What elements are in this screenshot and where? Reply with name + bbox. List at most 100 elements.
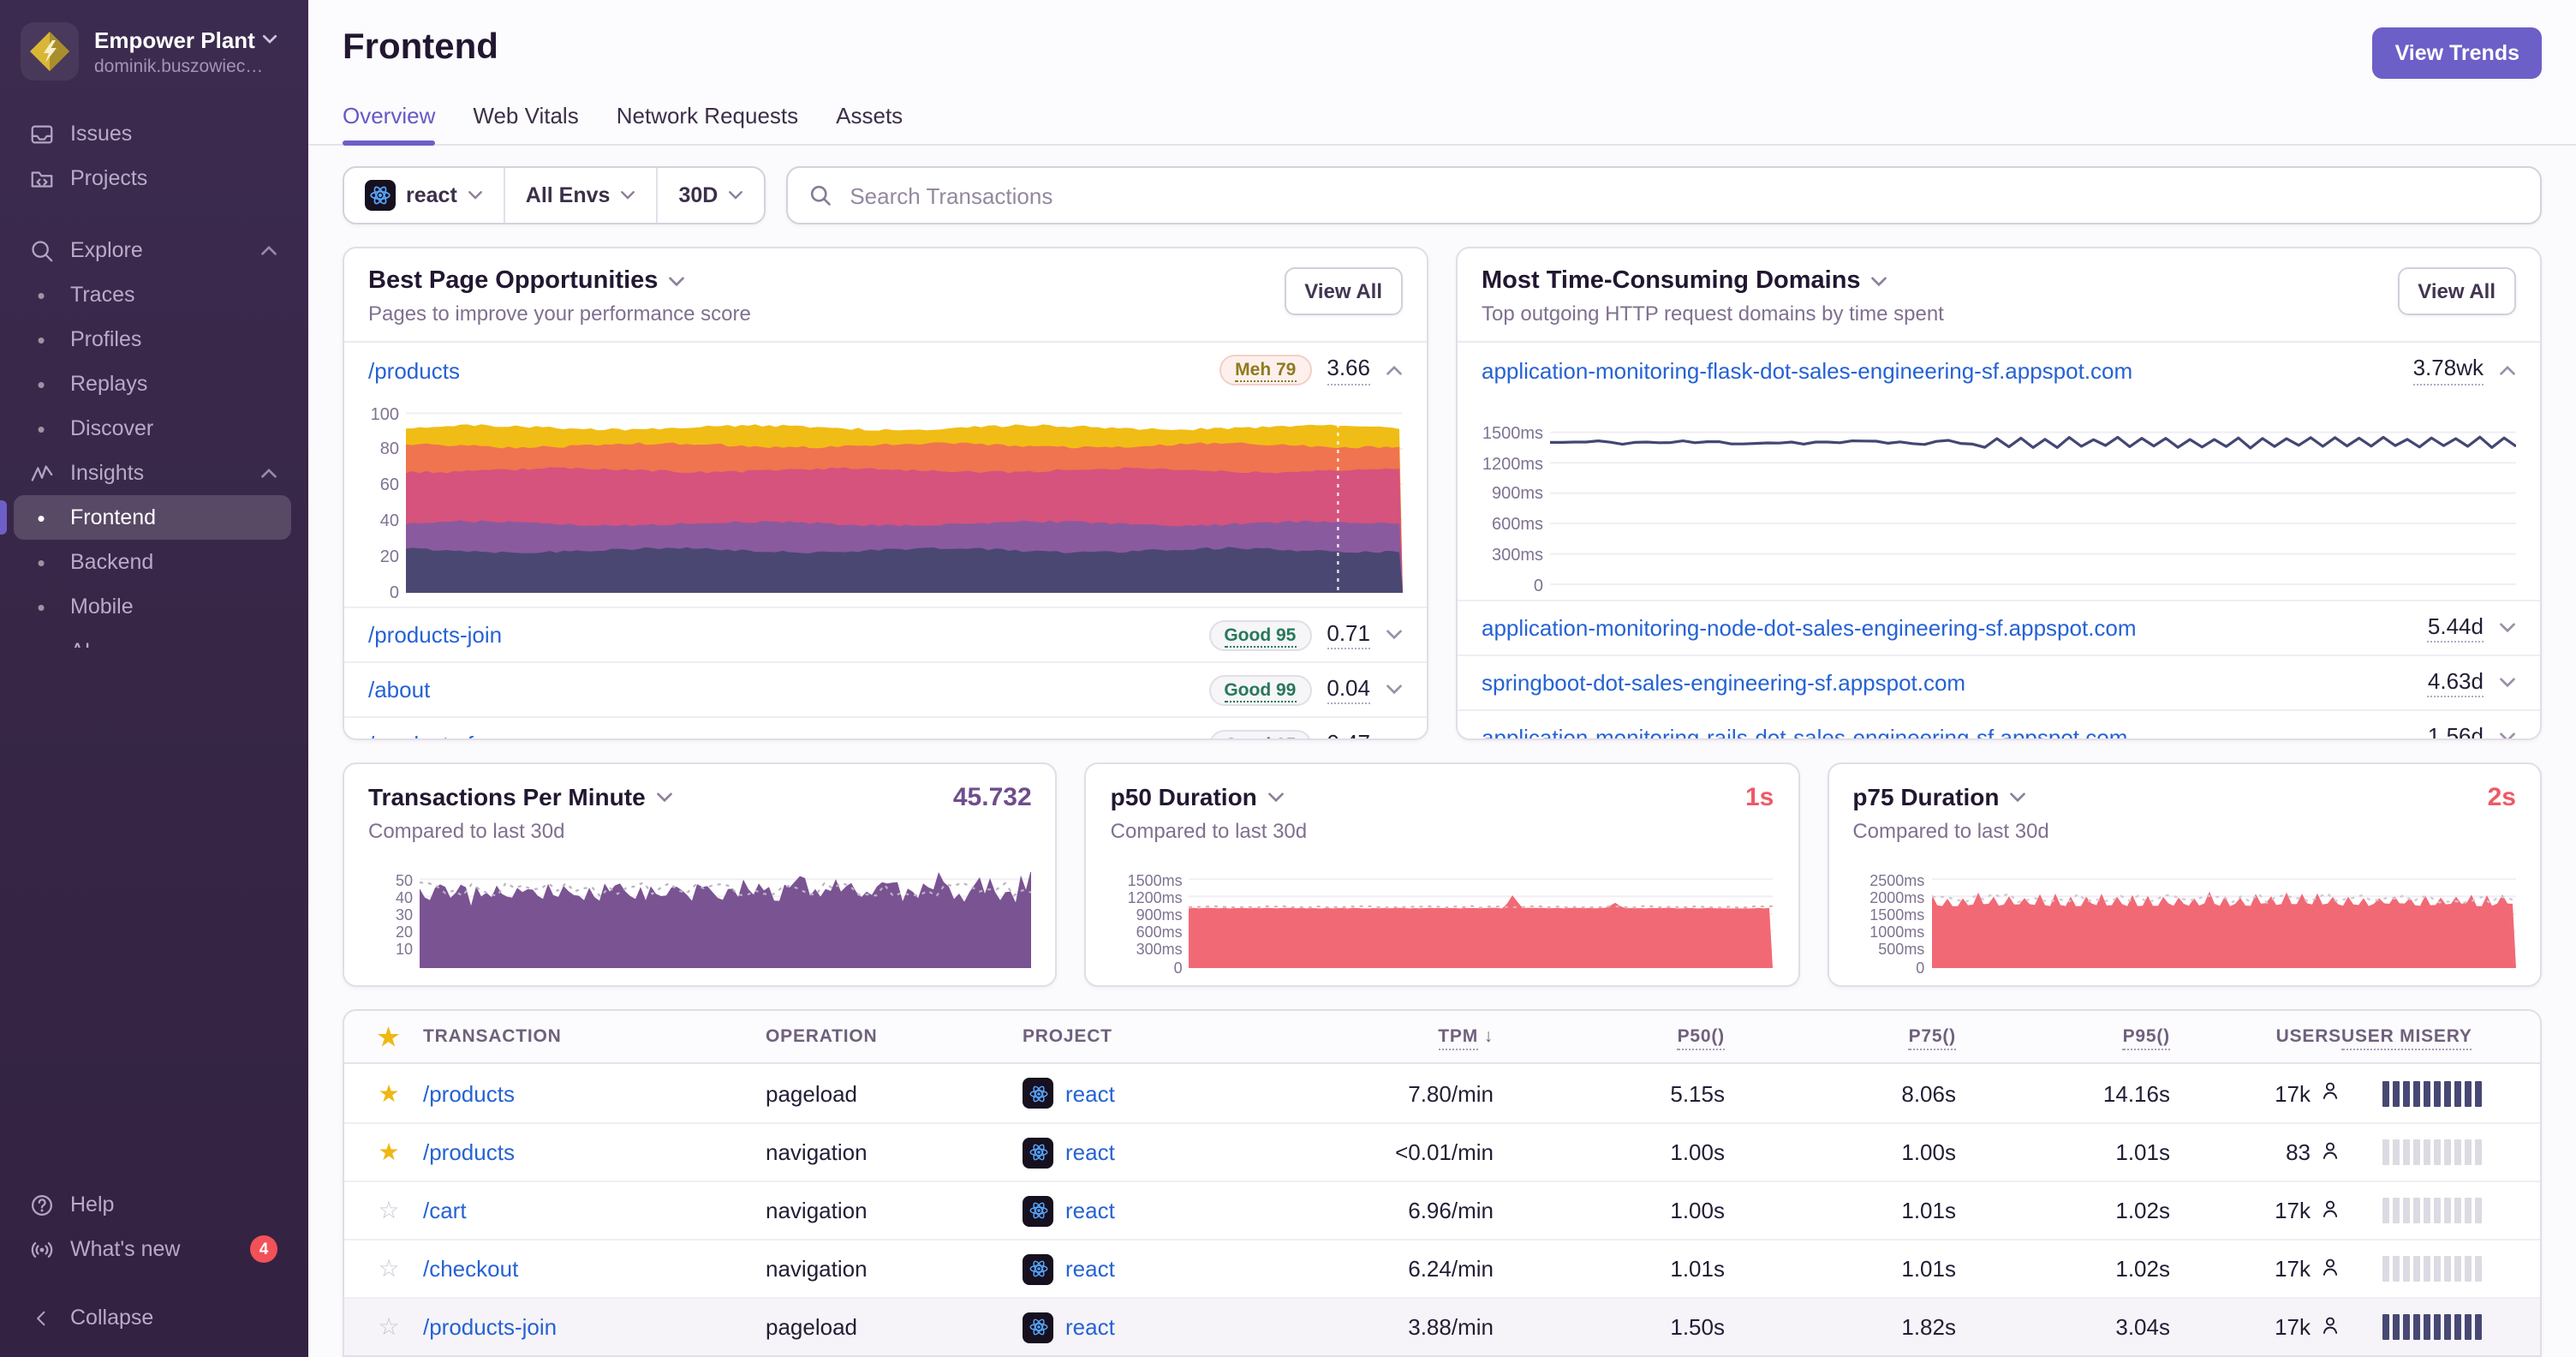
sidebar-item-frontend[interactable]: • Frontend: [0, 495, 291, 540]
users-cell: 17k: [2170, 1255, 2341, 1282]
active-indicator: [0, 500, 7, 535]
opportunity-score-value: 0.71: [1327, 620, 1370, 650]
domain-link[interactable]: springboot-dot-sales-engineering-sf.apps…: [1482, 670, 1965, 696]
environment-filter[interactable]: All Envs: [503, 168, 657, 223]
column-header-project[interactable]: PROJECT: [1023, 1026, 1297, 1047]
sidebar-item-profiles[interactable]: • Profiles: [14, 317, 291, 362]
sidebar-item-collapse[interactable]: Collapse: [14, 1295, 291, 1340]
sidebar-item-insights[interactable]: Insights: [14, 451, 291, 495]
transaction-link[interactable]: /cart: [423, 1198, 467, 1223]
sidebar-item-label: Replays: [70, 372, 148, 396]
domains-view-all-button[interactable]: View All: [2397, 267, 2516, 315]
star-outline-icon[interactable]: ☆: [378, 1254, 399, 1282]
transaction-link[interactable]: /checkout: [423, 1256, 518, 1282]
transaction-link[interactable]: /products: [423, 1080, 515, 1106]
project-link[interactable]: react: [1065, 1198, 1115, 1223]
favorite-column-header[interactable]: ★: [355, 1022, 423, 1051]
sidebar-item-backend[interactable]: • Backend: [14, 540, 291, 584]
chevron-down-icon[interactable]: [1386, 684, 1403, 696]
opportunities-view-all-button[interactable]: View All: [1284, 267, 1403, 315]
page-link[interactable]: /products: [368, 357, 460, 383]
column-header-p75[interactable]: P75(): [1725, 1026, 1956, 1050]
org-switcher[interactable]: Empower Plant dominik.buszowiec…: [0, 0, 308, 98]
users-count: 17k: [2275, 1256, 2311, 1282]
sidebar-item-help[interactable]: Help: [14, 1182, 291, 1227]
tab-bar: Overview Web Vitals Network Requests Assets: [343, 103, 2542, 146]
chevron-down-icon[interactable]: [656, 791, 673, 803]
tab-network-requests[interactable]: Network Requests: [617, 103, 798, 144]
tpm-cell: 6.24/min: [1408, 1256, 1494, 1282]
sidebar-item-traces[interactable]: • Traces: [14, 272, 291, 317]
project-link[interactable]: react: [1065, 1139, 1115, 1165]
sidebar-item-issues[interactable]: Issues: [14, 111, 291, 156]
transaction-link[interactable]: /products-join: [423, 1314, 557, 1340]
domain-link[interactable]: application-monitoring-node-dot-sales-en…: [1482, 615, 2137, 641]
domain-link[interactable]: application-monitoring-flask-dot-sales-e…: [1482, 357, 2132, 383]
sidebar-item-explore[interactable]: Explore: [14, 228, 291, 272]
star-outline-icon[interactable]: ☆: [378, 1312, 399, 1340]
domain-chart: 1500ms 1200ms 900ms 600ms 300ms 0: [1458, 398, 2540, 600]
bullet-icon: •: [27, 637, 55, 647]
date-range-filter[interactable]: 30D: [656, 168, 764, 223]
project-cell: react: [1023, 1078, 1297, 1109]
sidebar-item-ai[interactable]: • AI: [14, 629, 291, 647]
sidebar-item-projects[interactable]: Projects: [14, 156, 291, 200]
search-transactions-input[interactable]: [846, 181, 2519, 210]
column-header-p50[interactable]: P50(): [1494, 1026, 1725, 1050]
chevron-up-icon[interactable]: [2499, 364, 2516, 376]
page-link[interactable]: /products-fes: [368, 732, 497, 738]
y-tick-label: 0: [389, 583, 399, 602]
tab-overview[interactable]: Overview: [343, 103, 436, 146]
view-trends-button[interactable]: View Trends: [2372, 27, 2542, 79]
react-project-icon: [1023, 1078, 1053, 1109]
users-cell: 83: [2170, 1139, 2341, 1166]
y-tick-label: 60: [379, 476, 399, 496]
user-misery-bars: [2341, 1314, 2513, 1340]
chevron-down-icon[interactable]: [668, 275, 685, 287]
chevron-down-icon[interactable]: [2009, 791, 2026, 803]
opportunity-row: /products-fes Good 95 0.47: [344, 716, 1427, 738]
column-header-transaction[interactable]: TRANSACTION: [423, 1026, 766, 1047]
sidebar-item-replays[interactable]: • Replays: [14, 362, 291, 406]
star-filled-icon[interactable]: ★: [378, 1079, 399, 1106]
whats-new-count-badge: 4: [250, 1235, 277, 1263]
project-filter[interactable]: react: [344, 168, 504, 223]
domain-link[interactable]: application-monitoring-rails-dot-sales-e…: [1482, 725, 2127, 738]
project-link[interactable]: react: [1065, 1256, 1115, 1282]
star-filled-icon[interactable]: ★: [378, 1138, 399, 1165]
sidebar-item-mobile[interactable]: • Mobile: [14, 584, 291, 629]
column-header-users[interactable]: USERS: [2170, 1026, 2341, 1047]
column-header-misery[interactable]: USER MISERY: [2341, 1026, 2513, 1050]
chevron-down-icon[interactable]: [2499, 677, 2516, 689]
bullet-icon: •: [37, 282, 45, 308]
sidebar-item-whats-new[interactable]: What's new 4: [14, 1227, 291, 1271]
help-icon: [27, 1191, 55, 1218]
transaction-link[interactable]: /products: [423, 1139, 515, 1165]
column-header-tpm[interactable]: TPM ↓: [1297, 1026, 1494, 1050]
sidebar-item-label: Collapse: [70, 1306, 154, 1330]
user-misery-bars: [2341, 1256, 2513, 1282]
chevron-left-icon: [27, 1304, 55, 1331]
column-header-operation[interactable]: OPERATION: [766, 1026, 1023, 1047]
sidebar-item-discover[interactable]: • Discover: [14, 406, 291, 451]
page-link[interactable]: /products-join: [368, 622, 502, 648]
y-tick-label: 40: [395, 888, 413, 906]
chevron-down-icon[interactable]: [1267, 791, 1285, 803]
user-icon: [2319, 1197, 2341, 1224]
tab-assets[interactable]: Assets: [836, 103, 903, 144]
chevron-down-icon[interactable]: [2499, 622, 2516, 634]
chevron-down-icon[interactable]: [2499, 732, 2516, 738]
y-tick-label: 900ms: [1491, 485, 1543, 505]
p95-cell: 1.02s: [2115, 1198, 2170, 1223]
chevron-down-icon[interactable]: [1871, 275, 1888, 287]
star-outline-icon[interactable]: ☆: [378, 1196, 399, 1223]
chevron-down-icon[interactable]: [1386, 629, 1403, 641]
column-header-p95[interactable]: P95(): [1956, 1026, 2170, 1050]
chevron-up-icon[interactable]: [1386, 364, 1403, 376]
project-link[interactable]: react: [1065, 1080, 1115, 1106]
page-link[interactable]: /about: [368, 677, 430, 702]
opportunity-score-value: 0.04: [1327, 675, 1370, 705]
domain-time-value: 1.56d: [2428, 723, 2484, 738]
project-link[interactable]: react: [1065, 1314, 1115, 1340]
tab-web-vitals[interactable]: Web Vitals: [473, 103, 578, 144]
